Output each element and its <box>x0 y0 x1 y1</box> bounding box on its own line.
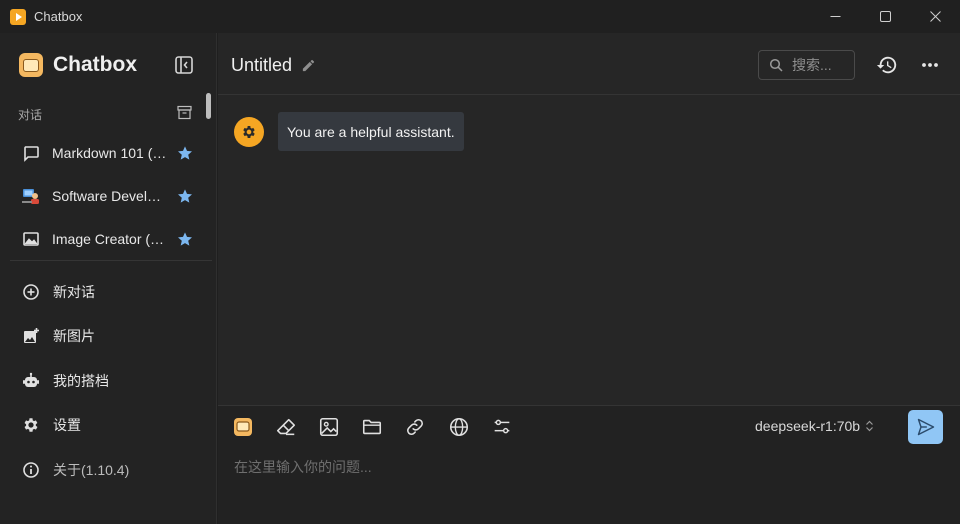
sidebar-divider <box>10 260 212 261</box>
search-box[interactable] <box>758 50 855 80</box>
clear-context-button[interactable] <box>274 415 298 439</box>
window-title: Chatbox <box>34 9 83 24</box>
chatbox-logo-icon <box>19 53 43 77</box>
maximize-icon <box>879 11 891 22</box>
folder-icon <box>362 419 382 435</box>
attach-file-button[interactable] <box>360 415 384 439</box>
model-selector[interactable]: deepseek-r1:70b <box>755 418 874 434</box>
system-message[interactable]: You are a helpful assistant. <box>278 112 464 151</box>
new-image-button[interactable]: 新图片 <box>10 318 207 354</box>
pencil-icon <box>302 59 314 71</box>
history-icon <box>876 56 897 74</box>
session-item-image-creator[interactable]: Image Creator (Example) <box>10 221 207 257</box>
about-button[interactable]: 关于(1.10.4) <box>10 452 207 488</box>
archive-icon <box>176 105 192 119</box>
maximize-button[interactable] <box>860 0 910 33</box>
edit-title-button[interactable] <box>299 56 317 74</box>
history-button[interactable] <box>875 53 899 77</box>
brand: Chatbox <box>19 53 137 77</box>
send-icon <box>917 418 934 436</box>
new-chat-button[interactable]: 新对话 <box>10 274 207 310</box>
unfold-icon <box>865 420 874 432</box>
gear-icon <box>20 414 42 436</box>
window-controls <box>810 0 960 33</box>
session-label: Image Creator (Example) <box>52 231 167 247</box>
sliders-icon <box>494 419 510 434</box>
chat-settings-button[interactable] <box>490 415 514 439</box>
minimize-icon <box>830 16 840 17</box>
session-item-markdown[interactable]: Markdown 101 (Example) <box>10 135 207 171</box>
session-label: Markdown 101 (Example) <box>52 145 167 161</box>
collapse-sidebar-button[interactable] <box>172 53 196 77</box>
chatbox-logo-icon <box>234 418 252 436</box>
session-item-software-developer[interactable]: Software Developer <box>10 178 207 214</box>
add-circle-icon <box>20 281 42 303</box>
main-panel: Untitled You are a helpful assistant. <box>218 33 960 524</box>
sidebar: Chatbox 对话 Markdown 101 (Example) Softwa… <box>0 33 217 524</box>
gear-icon <box>243 126 255 138</box>
settings-button[interactable]: 设置 <box>10 407 207 443</box>
window-titlebar: Chatbox <box>0 0 960 33</box>
search-icon <box>768 57 784 73</box>
image-icon <box>319 417 339 437</box>
nav-label: 新图片 <box>53 328 95 344</box>
robot-icon <box>20 370 42 392</box>
developer-avatar-icon <box>20 185 42 207</box>
search-input[interactable] <box>792 57 852 73</box>
archive-button[interactable] <box>175 103 193 121</box>
session-label: Software Developer <box>52 188 167 204</box>
conversations-section-label: 对话 <box>18 108 43 122</box>
composer: deepseek-r1:70b <box>218 405 960 524</box>
system-avatar <box>234 117 264 147</box>
nav-label: 关于(1.10.4) <box>53 462 130 478</box>
star-icon[interactable] <box>176 230 194 248</box>
minimize-button[interactable] <box>810 0 860 33</box>
globe-icon <box>449 417 469 437</box>
close-button[interactable] <box>910 0 960 33</box>
star-icon[interactable] <box>176 144 194 162</box>
chat-bubble-icon <box>20 142 42 164</box>
more-horizontal-icon <box>922 63 938 67</box>
attach-image-button[interactable] <box>317 415 341 439</box>
nav-label: 我的搭档 <box>53 373 109 389</box>
nav-label: 新对话 <box>53 284 95 300</box>
close-icon <box>929 11 941 22</box>
conversation-title: Untitled <box>231 55 293 75</box>
link-icon <box>407 419 423 435</box>
image-icon <box>20 228 42 250</box>
add-photo-icon <box>20 325 42 347</box>
send-button[interactable] <box>908 410 943 444</box>
eraser-icon <box>276 418 296 436</box>
brand-name: Chatbox <box>53 53 137 76</box>
web-browsing-button[interactable] <box>447 415 471 439</box>
sidebar-scrollbar[interactable] <box>206 93 211 119</box>
sidebar-collapse-icon <box>175 56 193 74</box>
nav-label: 设置 <box>53 417 81 433</box>
info-icon <box>20 459 42 481</box>
my-copilots-button[interactable]: 我的搭档 <box>10 363 207 399</box>
more-options-button[interactable] <box>918 53 942 77</box>
chatbox-logo-button[interactable] <box>231 415 255 439</box>
chat-header: Untitled <box>218 33 960 95</box>
star-icon[interactable] <box>176 187 194 205</box>
message-input[interactable] <box>234 456 834 478</box>
model-name: deepseek-r1:70b <box>755 418 861 434</box>
attach-link-button[interactable] <box>403 415 427 439</box>
app-icon <box>10 8 26 25</box>
